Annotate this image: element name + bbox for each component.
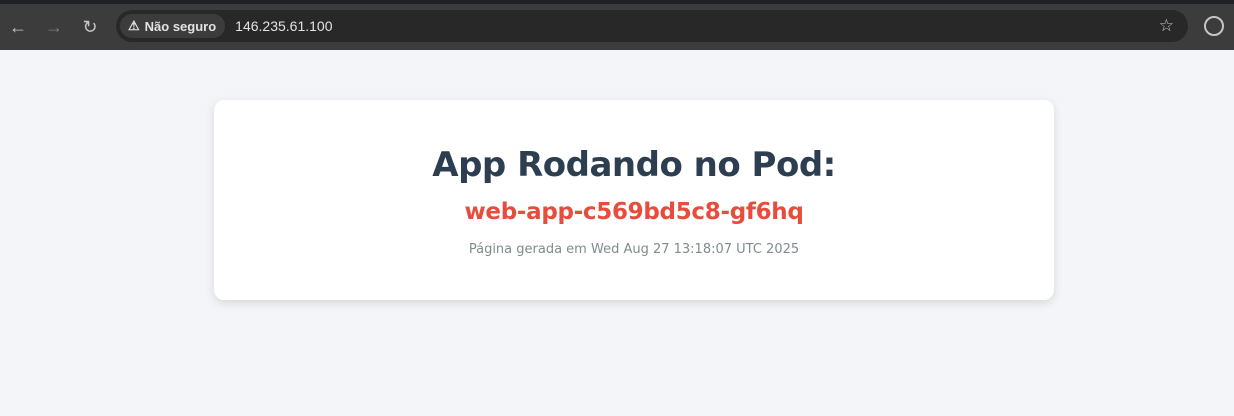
- back-icon[interactable]: ←: [0, 9, 36, 45]
- generated-timestamp: Página gerada em Wed Aug 27 13:18:07 UTC…: [468, 242, 800, 257]
- url-text[interactable]: 146.235.61.100: [235, 18, 332, 34]
- browser-toolbar: ← → ↻ ⚠ Não seguro 146.235.61.100 ☆: [0, 0, 1234, 50]
- security-chip[interactable]: ⚠ Não seguro: [120, 14, 226, 38]
- profile-icon[interactable]: [1204, 16, 1224, 36]
- security-label: Não seguro: [144, 18, 217, 34]
- address-bar[interactable]: ⚠ Não seguro 146.235.61.100 ☆: [116, 10, 1188, 42]
- info-card: App Rodando no Pod: web-app-c569bd5c8-gf…: [214, 100, 1054, 300]
- page-title: App Rodando no Pod:: [432, 145, 836, 185]
- forward-icon[interactable]: →: [36, 9, 72, 45]
- pod-name: web-app-c569bd5c8-gf6hq: [464, 199, 804, 225]
- reload-icon[interactable]: ↻: [72, 9, 108, 45]
- warning-icon: ⚠: [128, 18, 140, 33]
- bookmark-star-icon[interactable]: ☆: [1159, 16, 1174, 36]
